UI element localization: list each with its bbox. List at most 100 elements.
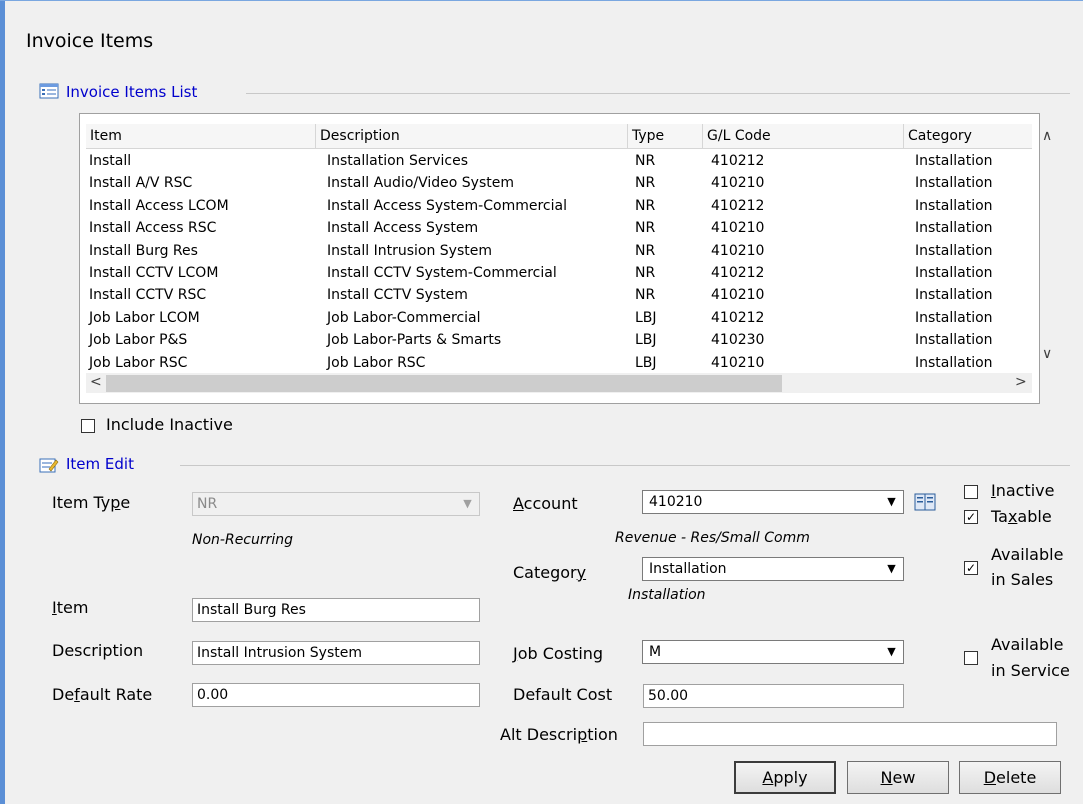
table-row[interactable]: Install CCTV LCOM Install CCTV System-Com… (86, 262, 1032, 284)
alt-description-label: Alt Description (500, 725, 618, 744)
window-border (0, 0, 5, 804)
table-row[interactable]: Install CCTV RSC Install CCTV System NR 410… (86, 284, 1032, 306)
item-label: Item (52, 598, 89, 617)
table-row[interactable]: Install Installation Services NR 410212 Inst… (86, 150, 1032, 172)
column-header-gl-code[interactable]: G/L Code (703, 124, 904, 148)
horizontal-scroll-thumb[interactable] (106, 375, 782, 392)
taxable-checkbox[interactable]: ✓ (964, 510, 978, 524)
list-icon (39, 83, 59, 99)
cell-type: LBJ (635, 354, 657, 370)
cell-item: Install (89, 153, 132, 169)
cell-item: Install Burg Res (89, 242, 198, 259)
category-caption: Installation (628, 587, 706, 603)
cell-category: Installation (915, 332, 993, 349)
cell-item: Install CCTV LCOM (89, 264, 219, 281)
cell-category: Installation (915, 220, 993, 237)
chevron-down-icon[interactable]: ▼ (883, 493, 900, 511)
scroll-left-icon[interactable]: < (90, 374, 102, 390)
scroll-right-icon[interactable]: > (1015, 374, 1027, 390)
include-inactive-label: Include Inactive (106, 415, 233, 434)
item-type-label: Item Type (52, 493, 131, 512)
chevron-down-icon: ▼ (463, 497, 472, 510)
scroll-up-icon[interactable]: ∧ (1042, 128, 1052, 144)
cell-description: Install CCTV System-Commercial (327, 264, 557, 281)
cell-type: LBJ (635, 309, 657, 326)
cell-type: NR (635, 175, 656, 192)
cell-gl-code: 410210 (711, 175, 765, 192)
section-divider (246, 93, 1070, 94)
table-row[interactable]: Job Labor LCOM Job Labor-Commercial LBJ 410… (86, 307, 1032, 329)
inactive-label: Inactive (991, 481, 1055, 500)
default-rate-input[interactable]: 0.00 (192, 683, 480, 707)
account-label: Account (513, 494, 578, 513)
available-in-service-label-line1: Available (991, 635, 1064, 654)
cell-type: NR (635, 242, 656, 259)
cell-type: LBJ (635, 332, 657, 349)
new-button[interactable]: New (847, 761, 949, 794)
cell-type: NR (635, 220, 656, 237)
cell-item: Job Labor RSC (89, 354, 188, 370)
table-row[interactable]: Install Burg Res Install Intrusion System… (86, 240, 1032, 262)
table-row[interactable]: Install Access RSC Install Access System N… (86, 217, 1032, 239)
cell-category: Installation (915, 287, 993, 304)
list-header: Item Description Type G/L Code Category (86, 124, 1032, 149)
cell-gl-code: 410210 (711, 242, 765, 259)
available-in-service-label-line2: in Service (991, 661, 1070, 680)
inactive-checkbox[interactable] (964, 485, 978, 499)
alt-description-input[interactable] (643, 722, 1057, 746)
description-input[interactable]: Install Intrusion System (192, 641, 480, 665)
account-combo[interactable]: 410210 (642, 490, 904, 514)
cell-item: Install Access LCOM (89, 197, 229, 214)
cell-category: Installation (915, 197, 993, 214)
item-type-combo[interactable]: NR (192, 492, 480, 516)
cell-category: Installation (915, 175, 993, 192)
apply-button[interactable]: Apply (734, 761, 836, 794)
cell-category: Installation (915, 264, 993, 281)
table-row[interactable]: Install A/V RSC Install Audio/Video Syste… (86, 172, 1032, 194)
item-input[interactable]: Install Burg Res (192, 598, 480, 622)
table-row[interactable]: Job Labor RSC Job Labor RSC LBJ 410210 Insta… (86, 352, 1032, 370)
cell-gl-code: 410212 (711, 264, 765, 281)
item-edit-title: Item Edit (66, 455, 134, 473)
cell-description: Job Labor-Commercial (327, 309, 481, 326)
available-in-sales-label-line2: in Sales (991, 570, 1054, 589)
book-icon[interactable] (913, 491, 937, 513)
job-costing-combo[interactable]: M (642, 640, 904, 664)
column-header-type[interactable]: Type (628, 124, 703, 148)
edit-icon (39, 458, 59, 473)
cell-type: NR (635, 264, 656, 281)
scroll-down-icon[interactable]: ∨ (1042, 346, 1052, 362)
available-in-service-checkbox[interactable] (964, 651, 978, 665)
cell-item: Install CCTV RSC (89, 287, 207, 304)
account-caption: Revenue - Res/Small Comm (615, 530, 810, 546)
chevron-down-icon[interactable]: ▼ (883, 643, 900, 661)
list-rows: Install Installation Services NR 410212 Inst… (86, 150, 1032, 370)
cell-item: Job Labor LCOM (89, 309, 200, 326)
item-type-caption: Non-Recurring (192, 532, 294, 548)
cell-item: Job Labor P&S (89, 332, 188, 349)
column-header-description[interactable]: Description (316, 124, 628, 148)
delete-button[interactable]: Delete (959, 761, 1061, 794)
cell-category: Installation (915, 309, 993, 326)
table-row[interactable]: Job Labor P&S Job Labor-Parts & Smarts LBJ… (86, 329, 1032, 351)
cell-type: NR (635, 287, 656, 304)
category-combo[interactable]: Installation (642, 557, 904, 581)
page-title: Invoice Items (26, 30, 154, 52)
cell-description: Job Labor RSC (327, 354, 426, 370)
column-header-item[interactable]: Item (86, 124, 316, 148)
cell-gl-code: 410230 (711, 332, 765, 349)
column-header-category[interactable]: Category (904, 124, 1032, 148)
table-row[interactable]: Install Access LCOM Install Access System… (86, 195, 1032, 217)
cell-gl-code: 410212 (711, 153, 765, 169)
cell-description: Install Access System (327, 220, 479, 237)
chevron-down-icon[interactable]: ▼ (883, 560, 900, 578)
cell-category: Installation (915, 354, 993, 370)
available-in-sales-checkbox[interactable]: ✓ (964, 561, 978, 575)
cell-item: Install Access RSC (89, 220, 217, 237)
cell-description: Install Intrusion System (327, 242, 492, 259)
cell-type: NR (635, 153, 656, 169)
default-cost-label: Default Cost (513, 685, 613, 704)
job-costing-label: Job Costing (513, 644, 604, 663)
include-inactive-checkbox[interactable] (81, 419, 95, 433)
default-cost-input[interactable]: 50.00 (643, 684, 904, 708)
